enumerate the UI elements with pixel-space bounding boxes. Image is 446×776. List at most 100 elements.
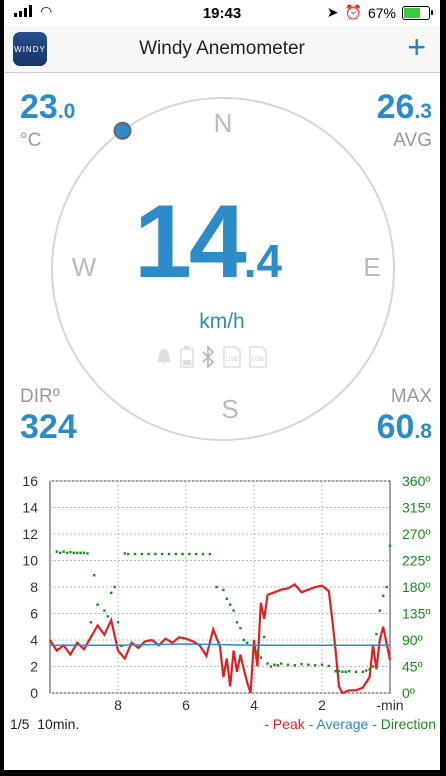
direction-point — [62, 550, 65, 553]
direction-point — [89, 621, 92, 624]
wind-history-chart[interactable]: 0 2 4 6 8 10 12 14 16 0º 45º 90º 135º 180º 225º 270º 315… — [4, 470, 440, 730]
direction-point — [300, 662, 303, 666]
direction-point — [334, 670, 337, 673]
direction-point — [246, 641, 249, 645]
direction-point — [195, 552, 198, 556]
direction-point — [280, 662, 283, 665]
add-button[interactable]: + — [407, 31, 426, 63]
right-axis-tick-label: 0º — [402, 685, 415, 701]
direction-point — [327, 664, 330, 668]
right-axis-tick-label: 135º — [402, 606, 430, 622]
chart-range: 10min. — [37, 716, 80, 732]
direction-point — [361, 670, 364, 673]
peak-series-line — [49, 582, 392, 695]
direction-point — [273, 663, 276, 666]
left-axis-tick-label: 6 — [30, 606, 38, 622]
direction-point — [140, 552, 143, 556]
battery-icon — [180, 346, 194, 368]
average-series-line — [50, 643, 390, 647]
direction-point — [348, 670, 351, 673]
direction-point — [201, 552, 205, 556]
direction-point — [266, 662, 269, 665]
left-axis-tick-label: 8 — [30, 579, 38, 595]
direction-point — [314, 664, 317, 667]
direction-point — [382, 594, 385, 598]
compass-east: E — [363, 252, 380, 282]
left-axis-tick-label: 2 — [30, 659, 38, 675]
left-axis-tick-label: 16 — [22, 473, 38, 489]
compass-west: W — [72, 252, 97, 282]
app-screen: ◠ 19:43 ➤ ⏰ 67% WINDY Windy Anemometer +… — [4, 0, 440, 770]
direction-point — [354, 670, 358, 673]
max-value: 60.8 — [376, 408, 432, 446]
status-bar: ◠ 19:43 ➤ ⏰ 67% — [4, 0, 440, 26]
legend-direction: - Direction — [372, 716, 436, 732]
right-axis-tick-label: 225º — [402, 553, 430, 569]
direction-point — [225, 597, 228, 600]
right-axis-tick-label: 90º — [402, 632, 423, 648]
direction-point — [320, 663, 324, 666]
average-label: AVG — [393, 130, 432, 151]
direction-point — [263, 635, 266, 639]
direction-point — [242, 638, 245, 642]
average-value: 26.3 — [376, 88, 432, 126]
chart-page-info[interactable]: 1/5 10min. — [10, 716, 79, 732]
direction-point — [365, 669, 368, 672]
direction-point — [368, 668, 371, 671]
direction-point — [154, 552, 157, 556]
right-axis-tick-label: 360º — [402, 473, 430, 489]
direction-point — [229, 603, 232, 606]
direction-point — [286, 663, 290, 666]
direction-point — [344, 670, 347, 673]
direction-point — [208, 552, 211, 556]
direction-point — [127, 552, 130, 556]
status-icons: LIVE LOG — [154, 346, 268, 368]
wind-speed-value: 14.4 — [134, 184, 283, 300]
bell-icon — [157, 349, 171, 365]
direction-point — [65, 551, 69, 555]
direction-point — [86, 552, 89, 555]
direction-point — [76, 551, 79, 555]
navigation-bar: WINDY Windy Anemometer + — [4, 26, 440, 73]
legend-average: - Average — [308, 716, 369, 732]
legend-peak: - Peak — [264, 716, 305, 732]
left-axis-tick-label: 4 — [30, 632, 38, 648]
direction-point — [215, 585, 218, 589]
right-axis-tick-label: 45º — [402, 659, 423, 675]
direction-point — [161, 552, 164, 556]
direction-point — [341, 670, 344, 673]
battery-icon — [402, 5, 433, 20]
direction-point — [188, 552, 191, 556]
compass-south: S — [221, 394, 238, 424]
location-icon: ➤ — [326, 4, 339, 20]
direction-point — [96, 603, 99, 606]
x-axis-tick-label: -min — [376, 697, 403, 713]
direction-point — [69, 551, 72, 554]
direction-point — [378, 609, 381, 612]
chart-page: 1/5 — [10, 716, 30, 732]
max-label: MAX — [390, 386, 432, 407]
direction-label: DIRº — [20, 386, 60, 407]
x-axis-tick-label: 2 — [318, 697, 326, 713]
direction-point — [123, 552, 126, 555]
direction-point — [232, 609, 235, 612]
battery-percent: 67% — [367, 4, 396, 21]
direction-point — [82, 551, 86, 555]
x-axis-tick-label: 6 — [182, 697, 190, 713]
temperature-value: 23.0 — [20, 88, 76, 126]
direction-point — [72, 551, 75, 555]
left-axis-tick-label: 12 — [22, 526, 38, 542]
temperature-unit: °C — [20, 130, 42, 151]
left-axis-tick-label: 10 — [22, 553, 38, 569]
direction-point — [93, 574, 96, 577]
direction-point — [235, 621, 239, 624]
direction-point — [307, 663, 310, 666]
direction-point — [79, 551, 82, 555]
direction-point — [181, 552, 184, 556]
direction-point — [106, 615, 109, 618]
direction-point — [337, 670, 341, 673]
wind-speed-unit: km/h — [199, 310, 245, 333]
svg-text:LIVE: LIVE — [225, 357, 238, 363]
direction-point — [120, 644, 123, 648]
direction-point — [385, 585, 388, 589]
